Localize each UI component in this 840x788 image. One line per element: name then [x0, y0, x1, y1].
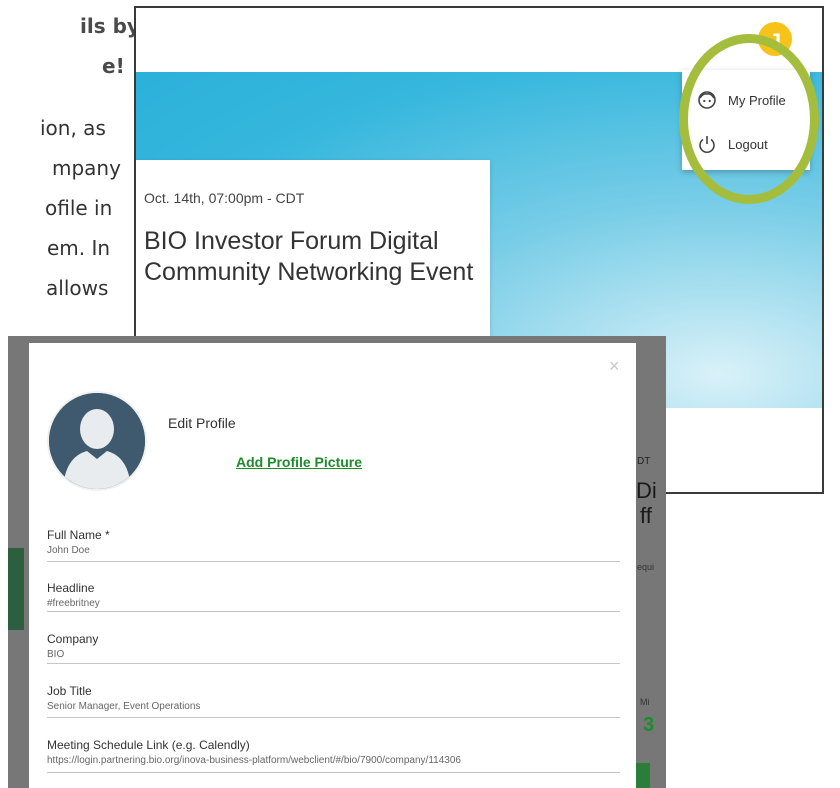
full-name-field[interactable]: Full Name * John Doe [47, 528, 620, 562]
field-label: Headline [47, 581, 95, 595]
field-label: Meeting Schedule Link (e.g. Calendly) [47, 738, 250, 752]
background-green-block [8, 548, 24, 630]
doc-body-line-2: mpany [52, 156, 121, 180]
doc-body-line-4: em. In [47, 236, 111, 260]
job-title-value[interactable]: Senior Manager, Event Operations [47, 700, 620, 713]
profile-picture-placeholder[interactable] [47, 391, 147, 491]
meeting-link-value[interactable]: https://login.partnering.bio.org/inova-b… [47, 754, 620, 767]
background-date-fragment: DT [637, 456, 651, 467]
background-small-text: equi [637, 562, 655, 572]
doc-body-line-1: ion, as [40, 116, 106, 140]
headline-field[interactable]: Headline #freebritney [47, 581, 620, 612]
field-label: Job Title [47, 684, 92, 698]
doc-heading-line-1: ils by [80, 14, 140, 38]
background-number: 3 [643, 714, 655, 736]
background-title-fragment-2: ff [640, 503, 652, 528]
company-field[interactable]: Company BIO [47, 632, 620, 664]
field-label: Company [47, 632, 99, 646]
edit-profile-title: Edit Profile [168, 415, 236, 431]
close-icon[interactable]: × [609, 357, 620, 375]
headline-value[interactable]: #freebritney [47, 597, 620, 610]
background-title-fragment-1: Di [636, 478, 657, 503]
edit-profile-modal: × Edit Profile Add Profile Picture Full … [29, 343, 636, 788]
doc-body-line-3: ofile in [45, 196, 113, 220]
event-card: Oct. 14th, 07:00pm - CDT BIO Investor Fo… [136, 160, 490, 360]
add-profile-picture-link[interactable]: Add Profile Picture [236, 454, 362, 470]
event-title: BIO Investor Forum Digital Community Net… [144, 227, 474, 286]
company-value[interactable]: BIO [47, 648, 620, 661]
doc-heading-line-2: e! [102, 54, 125, 78]
doc-body-line-5: allows [46, 276, 109, 300]
event-date: Oct. 14th, 07:00pm - CDT [144, 190, 305, 206]
full-name-value[interactable]: John Doe [47, 544, 620, 557]
job-title-field[interactable]: Job Title Senior Manager, Event Operatio… [47, 684, 620, 718]
background-green-button [636, 763, 650, 788]
meeting-link-field[interactable]: Meeting Schedule Link (e.g. Calendly) ht… [47, 738, 620, 773]
highlight-circle-annotation [679, 34, 819, 204]
field-label: Full Name * [47, 528, 110, 542]
person-silhouette-icon [49, 393, 145, 489]
background-min-label: Mi [640, 697, 650, 707]
